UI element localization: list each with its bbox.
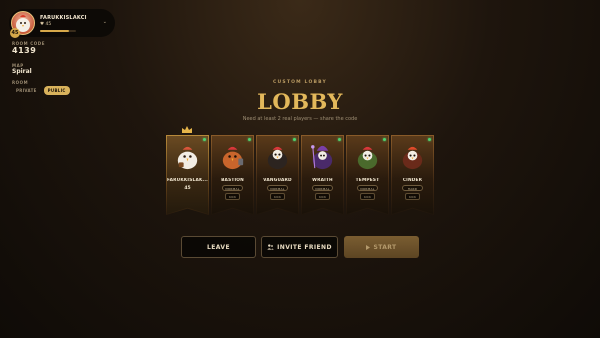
player-name: FARUKKISLAKCI — [40, 15, 87, 21]
slot-name: TEMPEST — [355, 178, 380, 183]
leave-button[interactable]: LEAVE — [181, 236, 256, 258]
kick-button[interactable]: KICK — [405, 193, 420, 200]
slot-name: WRAITH — [312, 178, 333, 183]
ready-gem-icon — [248, 138, 251, 141]
player-slot-bot: WRAITH NORMAL KICK — [301, 135, 344, 215]
slot-level: 45 — [184, 186, 191, 191]
kick-button[interactable]: KICK — [315, 193, 330, 200]
heart-icon: ♥ — [40, 22, 45, 27]
leave-label: LEAVE — [207, 243, 230, 251]
player-slot-bot: TEMPEST NORMAL KICK — [346, 135, 389, 215]
room-code[interactable]: 4139 — [12, 46, 36, 55]
player-slot-bot: CINDER HARD KICK — [391, 135, 434, 215]
chevron-down-icon[interactable]: ⌄ — [103, 19, 107, 25]
difficulty-badge[interactable]: NORMAL — [357, 185, 378, 191]
start-label: START — [373, 243, 397, 251]
ready-gem-icon — [338, 138, 341, 141]
people-icon — [267, 244, 274, 250]
ready-gem-icon — [383, 138, 386, 141]
xp-fill — [40, 30, 69, 32]
lobby-subtitle: Need at least 2 real players — share the… — [242, 116, 358, 122]
player-slots: FARUKKISLAK... 45 BASTION NORMAL KICK VA… — [166, 135, 434, 215]
start-button[interactable]: START — [344, 236, 419, 258]
play-icon — [366, 244, 371, 250]
difficulty-badge[interactable]: NORMAL — [312, 185, 333, 191]
crown-icon — [182, 126, 192, 133]
slot-name: BASTION — [221, 178, 244, 183]
kick-button[interactable]: KICK — [360, 193, 375, 200]
invite-label: INVITE FRIEND — [277, 243, 332, 251]
difficulty-badge[interactable]: HARD — [402, 185, 423, 191]
player-slot-bot: BASTION NORMAL KICK — [211, 135, 254, 215]
chicken-character-icon — [267, 146, 288, 170]
ready-gem-icon — [428, 138, 431, 141]
chicken-character-icon — [177, 146, 198, 170]
invite-friend-button[interactable]: INVITE FRIEND — [261, 236, 338, 258]
kick-button[interactable]: KICK — [225, 193, 240, 200]
player-level-badge: 45 — [10, 28, 20, 38]
map-name: Spiral — [12, 68, 32, 75]
lobby-title: LOBBY — [257, 89, 343, 114]
chicken-character-icon — [222, 146, 244, 170]
chicken-character-icon — [402, 146, 423, 170]
player-slot-host: FARUKKISLAK... 45 — [166, 135, 209, 215]
player-slot-bot: VANGUARD NORMAL KICK — [256, 135, 299, 215]
xp-bar — [40, 30, 76, 32]
ready-gem-icon — [293, 138, 296, 141]
ready-gem-icon — [203, 138, 206, 141]
player-profile-card[interactable]: 45 FARUKKISLAKCI ♥ 45 ⌄ — [9, 9, 115, 38]
difficulty-badge[interactable]: NORMAL — [267, 185, 288, 191]
difficulty-badge[interactable]: NORMAL — [222, 185, 243, 191]
lobby-eyebrow: CUSTOM LOBBY — [273, 80, 327, 85]
chicken-character-icon — [311, 145, 333, 170]
chicken-character-icon — [357, 146, 378, 170]
slot-name: VANGUARD — [263, 178, 292, 183]
player-level-text: 45 — [45, 22, 52, 27]
slot-name: FARUKKISLAK... — [166, 178, 208, 183]
kick-button[interactable]: KICK — [270, 193, 285, 200]
slot-name: CINDER — [402, 178, 423, 183]
player-level: ♥ 45 — [40, 22, 51, 27]
